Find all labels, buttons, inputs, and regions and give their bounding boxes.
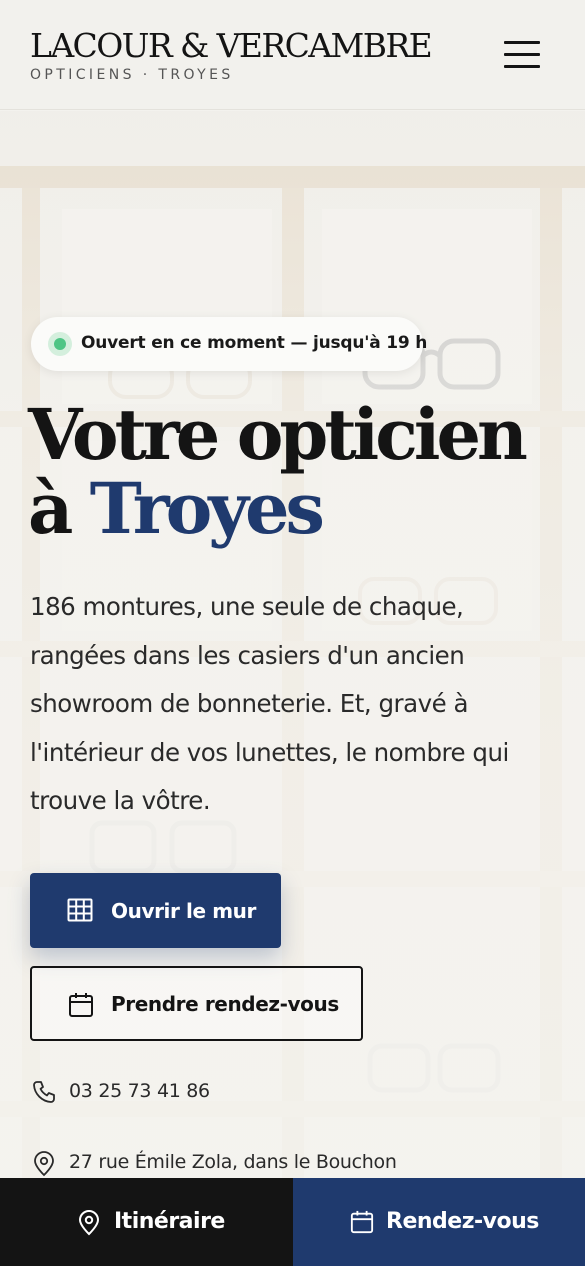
appointment-button[interactable]: Rendez-vous <box>293 1178 585 1266</box>
book-appointment-button[interactable]: Prendre rendez-vous <box>30 966 363 1041</box>
calendar-icon <box>68 992 94 1022</box>
brand-tagline: OPTICIENS · TROYES <box>30 67 234 83</box>
opening-status-badge: Ouvert en ce moment — jusqu'à 19 h <box>31 317 427 371</box>
hero-description: 186 montures, une seule de chaque, rangé… <box>30 592 509 815</box>
status-dot-icon <box>48 332 72 356</box>
appointment-label: Rendez-vous <box>386 1209 539 1234</box>
directions-button[interactable]: Itinéraire <box>0 1178 293 1266</box>
phone-icon <box>32 1080 56 1109</box>
hero-title-prefix: à <box>28 467 73 550</box>
opening-status-text: Ouvert en ce moment — jusqu'à 19 h <box>81 333 428 353</box>
address-text: 27 rue Émile Zola, dans le Bouchon <box>69 1151 397 1173</box>
site-header: LACOUR & VERCAMBRE OPTICIENS · TROYES <box>0 0 585 110</box>
hero-title-line1: Votre opticien <box>28 393 528 476</box>
map-pin-icon <box>77 1210 101 1240</box>
brand-logo[interactable]: LACOUR & VERCAMBRE <box>30 26 433 65</box>
hamburger-menu-icon[interactable] <box>502 40 542 70</box>
open-wall-button[interactable]: Ouvrir le mur <box>30 873 281 948</box>
bottom-action-bar: Itinéraire Rendez-vous <box>0 1178 585 1266</box>
calendar-icon <box>350 1210 374 1238</box>
open-wall-label: Ouvrir le mur <box>111 899 256 923</box>
hero-title: Votre opticien à Troyes <box>28 398 528 546</box>
book-appointment-label: Prendre rendez-vous <box>111 992 339 1016</box>
phone-link[interactable]: 03 25 73 41 86 <box>30 1080 290 1106</box>
directions-label: Itinéraire <box>114 1209 225 1234</box>
grid-icon <box>67 898 93 926</box>
hero-title-accent: Troyes <box>89 467 325 550</box>
address-link[interactable]: 27 rue Émile Zola, dans le Bouchon <box>30 1151 450 1177</box>
phone-number: 03 25 73 41 86 <box>69 1080 210 1102</box>
